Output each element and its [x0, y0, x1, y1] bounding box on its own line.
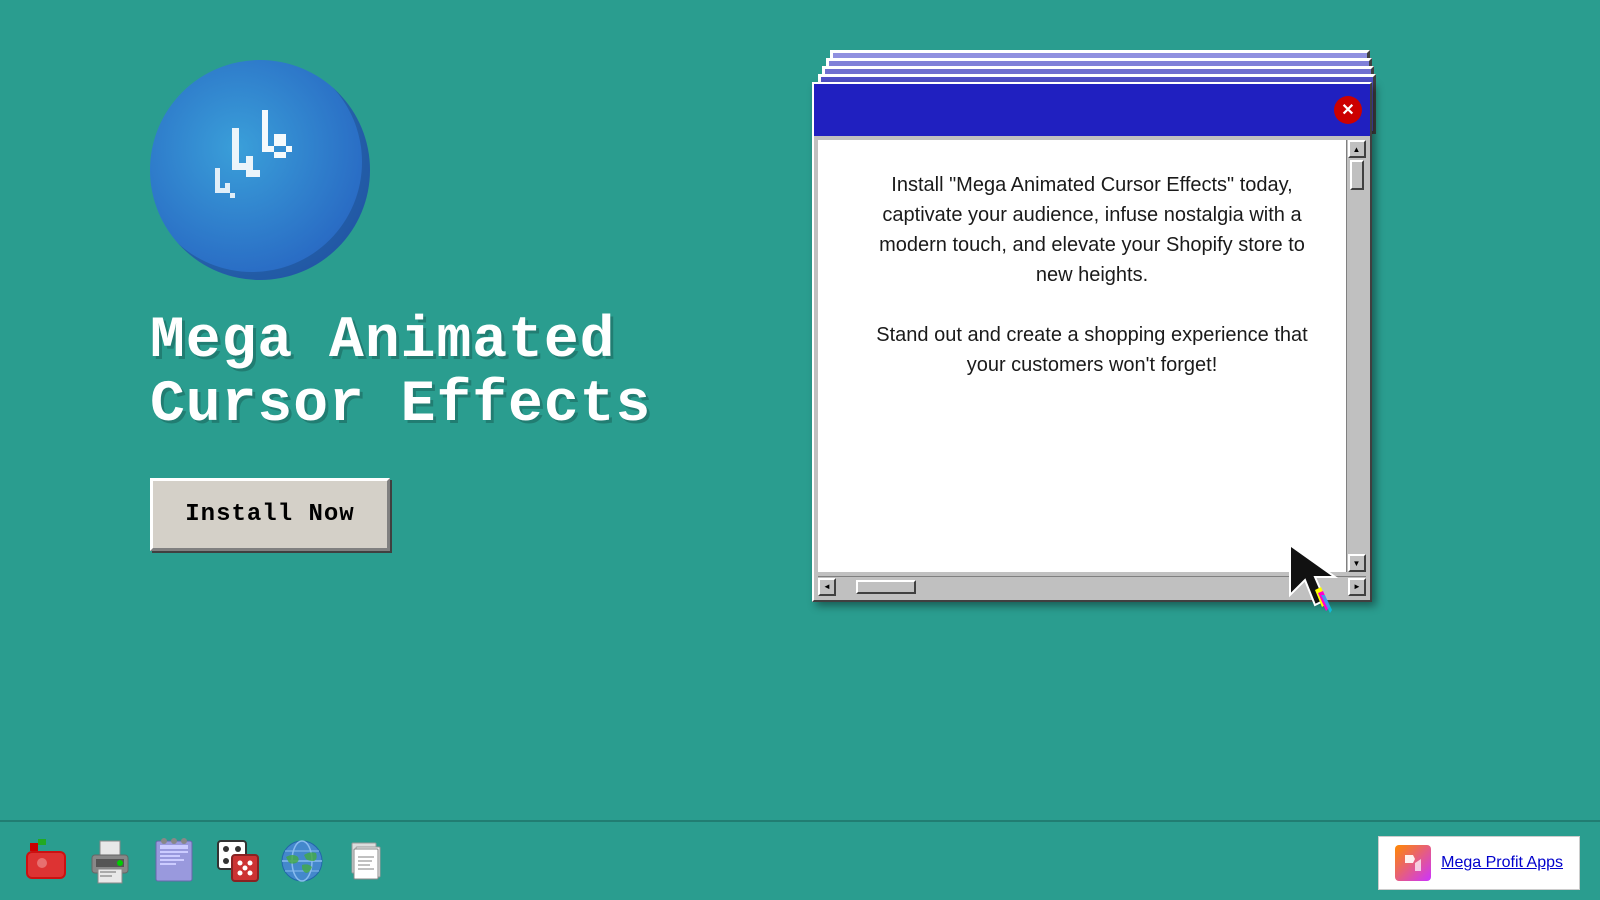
install-now-button[interactable]: Install Now: [150, 478, 390, 551]
dialog-paragraph-2: Stand out and create a shopping experien…: [858, 320, 1326, 380]
documents-icon[interactable]: [340, 835, 392, 887]
profit-apps-label: Mega Profit Apps: [1441, 854, 1563, 872]
window-titlebar: ✕: [814, 84, 1370, 136]
animated-cursor: [1280, 535, 1360, 615]
app-title: Mega Animated Cursor Effects: [150, 310, 700, 438]
window-stack-container: ✕ Install "Mega Animated Cursor Effects"…: [820, 50, 1420, 690]
dice-icon[interactable]: [212, 835, 264, 887]
window-close-button[interactable]: ✕: [1334, 96, 1362, 124]
taskbar-left: [20, 835, 392, 887]
app-logo: [150, 60, 370, 280]
profit-apps-logo-icon: [1395, 845, 1431, 881]
vertical-scrollbar[interactable]: ▲ ▼: [1346, 140, 1366, 572]
apple-icon[interactable]: [20, 835, 72, 887]
taskbar: Mega Profit Apps: [0, 820, 1600, 900]
profit-apps-badge[interactable]: Mega Profit Apps: [1378, 836, 1580, 890]
main-window: ✕ Install "Mega Animated Cursor Effects"…: [812, 82, 1372, 602]
window-text-area: Install "Mega Animated Cursor Effects" t…: [818, 140, 1366, 572]
globe-icon[interactable]: [276, 835, 328, 887]
scroll-thumb[interactable]: [1350, 160, 1364, 190]
printer-icon[interactable]: [84, 835, 136, 887]
scroll-track: [836, 580, 1348, 594]
scroll-left-arrow[interactable]: ◄: [818, 578, 836, 596]
window-stack: ✕ Install "Mega Animated Cursor Effects"…: [820, 50, 1380, 610]
scroll-up-arrow[interactable]: ▲: [1348, 140, 1366, 158]
close-icon: ✕: [1341, 100, 1354, 120]
dialog-paragraph-1: Install "Mega Animated Cursor Effects" t…: [858, 170, 1326, 290]
left-section: Mega Animated Cursor Effects Install Now: [150, 60, 700, 551]
scroll-thumb-h[interactable]: [856, 580, 916, 594]
notepad-icon[interactable]: [148, 835, 200, 887]
